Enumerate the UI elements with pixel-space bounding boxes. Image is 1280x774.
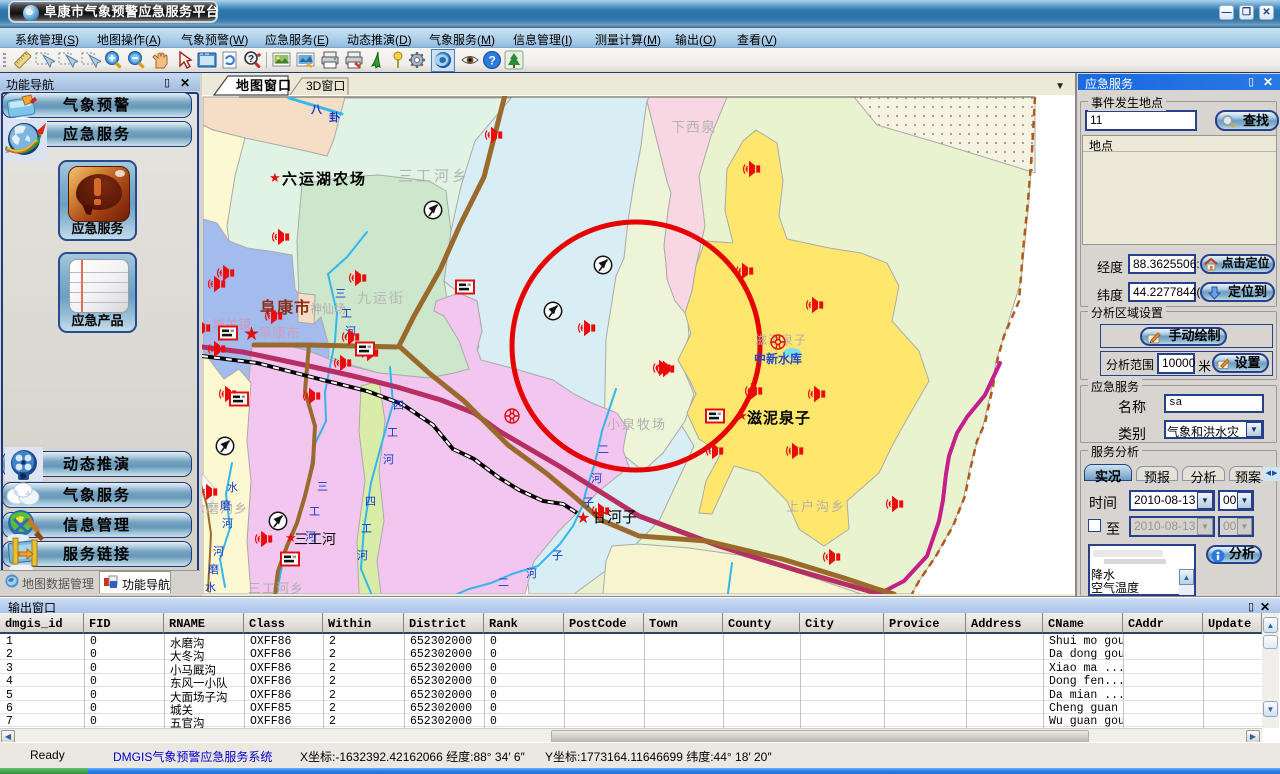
- svg-text:★: ★: [285, 530, 297, 545]
- svg-text:河: 河: [357, 549, 368, 562]
- svg-text:河: 河: [222, 517, 233, 530]
- svg-text:二: 二: [498, 577, 509, 589]
- svg-text:工: 工: [387, 427, 398, 439]
- svg-text:磨: 磨: [220, 499, 231, 512]
- svg-text:下西泉: 下西泉: [671, 119, 716, 135]
- svg-text:子: 子: [583, 496, 594, 509]
- svg-text:中新水库: 中新水库: [754, 351, 802, 366]
- svg-text:小泉牧场: 小泉牧场: [607, 417, 667, 432]
- svg-text:四: 四: [365, 496, 376, 508]
- svg-text:三工河乡: 三工河乡: [248, 581, 304, 594]
- svg-text:水: 水: [205, 581, 216, 594]
- svg-text:九运街: 九运街: [357, 290, 405, 306]
- svg-text:水: 水: [227, 481, 238, 494]
- svg-text:三工河乡: 三工河乡: [398, 168, 470, 185]
- svg-text:六运湖农场: 六运湖农场: [282, 170, 367, 188]
- svg-text:★: ★: [243, 324, 260, 345]
- svg-text:河: 河: [591, 472, 602, 485]
- svg-text:三: 三: [335, 288, 346, 300]
- svg-text:河: 河: [213, 545, 224, 558]
- svg-text:二: 二: [598, 444, 609, 456]
- svg-text:四: 四: [393, 400, 404, 412]
- svg-text:★: ★: [736, 408, 748, 423]
- svg-text:阜康市: 阜康市: [260, 298, 311, 317]
- svg-text:?: ?: [489, 54, 496, 68]
- svg-text:工: 工: [341, 308, 352, 320]
- svg-text:卦: 卦: [329, 110, 340, 124]
- svg-text:子: 子: [552, 549, 563, 562]
- svg-text:阜康市: 阜康市: [258, 325, 300, 341]
- svg-text:三: 三: [317, 481, 328, 493]
- svg-text:河: 河: [305, 530, 316, 543]
- svg-text:工: 工: [309, 506, 320, 518]
- svg-text:八: 八: [310, 103, 323, 116]
- svg-text:★: ★: [269, 170, 281, 185]
- svg-text:上户沟乡: 上户沟乡: [786, 499, 846, 514]
- svg-text:河: 河: [526, 567, 537, 580]
- svg-text:滋泥泉子: 滋泥泉子: [747, 409, 811, 427]
- svg-text:?: ?: [248, 54, 254, 65]
- svg-text:地图窗口: 地图窗口: [236, 78, 292, 93]
- svg-text:工: 工: [361, 523, 372, 535]
- svg-text:★: ★: [576, 510, 590, 527]
- svg-text:河: 河: [383, 453, 394, 466]
- svg-text:3D窗口: 3D窗口: [306, 79, 345, 93]
- svg-text:磨: 磨: [208, 563, 219, 576]
